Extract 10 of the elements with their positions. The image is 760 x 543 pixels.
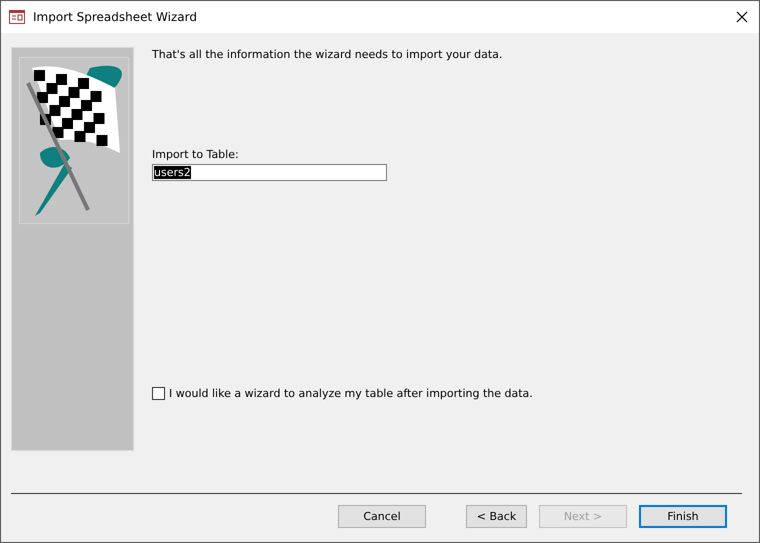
wizard-message: That's all the information the wizard needs to import your data. [152, 48, 504, 61]
checkbox[interactable] [152, 387, 165, 400]
window-title: Import Spreadsheet Wizard [33, 10, 198, 24]
table-name-field[interactable]: users2 [152, 164, 387, 181]
checkbox-label: I would like a wizard to analyze my table after importing the data. [169, 387, 533, 400]
wizard-button[interactable]: Finish [639, 505, 727, 528]
app-icon [9, 10, 25, 24]
field-label: Import to Table: [152, 148, 240, 161]
wizard-button[interactable]: Cancel [338, 505, 426, 528]
wizard-button[interactable]: < Back [466, 505, 527, 528]
